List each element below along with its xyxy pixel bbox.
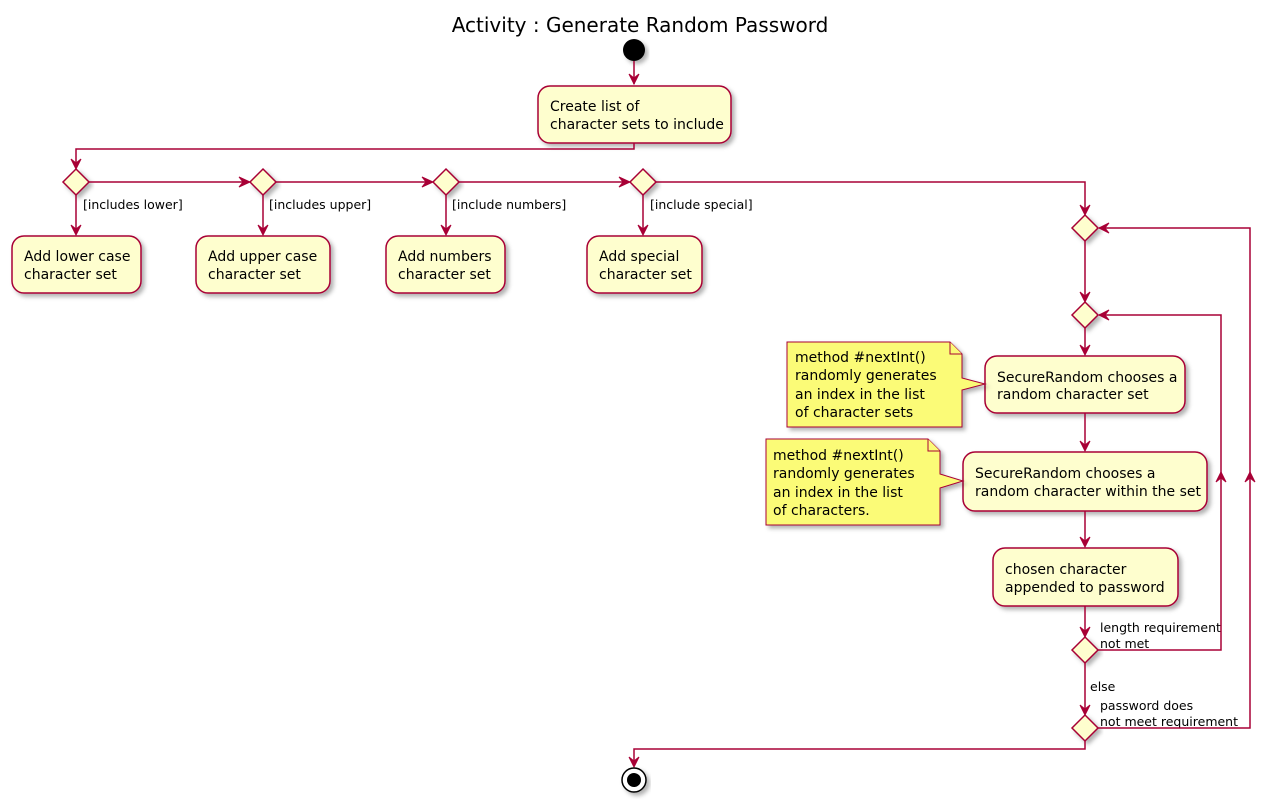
- activity-choose-char: SecureRandom chooses a random character …: [962, 451, 1208, 512]
- svg-text:of character sets: of character sets: [795, 405, 913, 421]
- svg-text:Add numbers: Add numbers: [398, 249, 492, 265]
- guard-requirement: password does: [1100, 698, 1193, 713]
- merge-inner: [1070, 300, 1100, 330]
- svg-text:character set: character set: [24, 267, 117, 283]
- svg-text:Add special: Add special: [599, 249, 679, 265]
- activity-choose-set: SecureRandom chooses a random character …: [984, 355, 1186, 414]
- svg-text:not met: not met: [1100, 636, 1149, 651]
- activity-add-lower: Add lower case character set: [11, 235, 142, 294]
- diagram-title: Activity : Generate Random Password: [452, 13, 829, 37]
- svg-text:random character set: random character set: [997, 387, 1149, 403]
- start-node: [623, 39, 645, 61]
- end-node: [621, 767, 647, 793]
- note-choose-char: method #nextInt() randomly generates an …: [765, 438, 965, 526]
- svg-text:character set: character set: [208, 267, 301, 283]
- svg-text:an index in the list: an index in the list: [795, 387, 925, 403]
- guard-upper: [includes upper]: [269, 197, 371, 212]
- decision-upper: [248, 167, 278, 197]
- activity-add-special: Add special character set: [586, 235, 703, 294]
- svg-text:method #nextInt(): method #nextInt(): [795, 350, 926, 366]
- decision-special: [628, 167, 658, 197]
- activity-add-upper: Add upper case character set: [195, 235, 331, 294]
- svg-text:randomly generates: randomly generates: [795, 368, 937, 384]
- svg-text:SecureRandom chooses a: SecureRandom chooses a: [997, 370, 1177, 386]
- svg-text:appended to password: appended to password: [1005, 580, 1165, 596]
- svg-text:character set: character set: [398, 267, 491, 283]
- activity-add-numbers: Add numbers character set: [385, 235, 506, 294]
- svg-text:character sets to include: character sets to include: [550, 117, 724, 133]
- svg-text:of characters.: of characters.: [773, 503, 870, 519]
- decision-length: [1070, 635, 1100, 665]
- guard-numbers: [include numbers]: [452, 197, 566, 212]
- svg-text:method #nextInt(): method #nextInt(): [773, 448, 904, 464]
- activity-diagram: Activity : Generate Random Password Crea…: [11, 13, 1256, 793]
- svg-text:random character within the se: random character within the set: [975, 484, 1201, 500]
- svg-text:randomly generates: randomly generates: [773, 466, 915, 482]
- svg-text:Create list of: Create list of: [550, 99, 641, 115]
- svg-text:SecureRandom chooses a: SecureRandom chooses a: [975, 466, 1155, 482]
- note-choose-set: method #nextInt() randomly generates an …: [786, 341, 987, 428]
- guard-special: [include special]: [650, 197, 753, 212]
- decision-numbers: [431, 167, 461, 197]
- svg-text:an index in the list: an index in the list: [773, 485, 903, 501]
- merge-outer: [1070, 213, 1100, 243]
- activity-create-list: Create list of character sets to include: [537, 85, 732, 144]
- svg-text:Add upper case: Add upper case: [208, 249, 317, 265]
- svg-text:character set: character set: [599, 267, 692, 283]
- svg-text:chosen character: chosen character: [1005, 562, 1127, 578]
- decision-requirement: [1070, 713, 1100, 743]
- guard-else: else: [1090, 679, 1116, 694]
- guard-length: length requirement: [1100, 620, 1221, 635]
- activity-append: chosen character appended to password: [992, 547, 1179, 607]
- decision-lower: [61, 167, 91, 197]
- svg-text:Add lower case: Add lower case: [24, 249, 130, 265]
- svg-text:not meet requirement: not meet requirement: [1100, 714, 1238, 729]
- guard-lower: [includes lower]: [83, 197, 183, 212]
